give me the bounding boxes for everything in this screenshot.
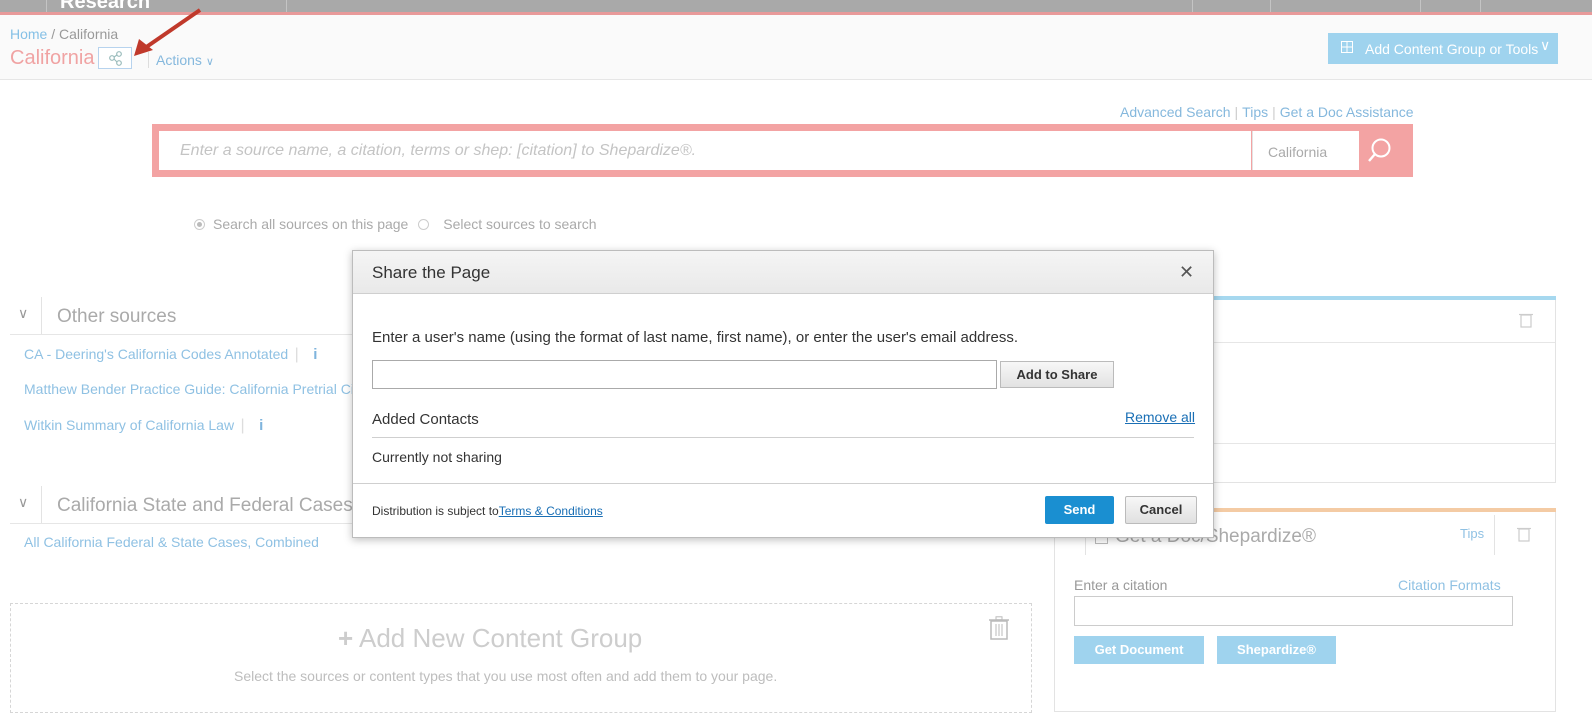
widget-panel xyxy=(1212,300,1556,483)
share-user-input[interactable] xyxy=(372,360,997,389)
radio-all-sources-label: Search all sources on this page xyxy=(213,216,409,232)
citation-formats-link[interactable]: Citation Formats xyxy=(1398,577,1501,593)
send-button[interactable]: Send xyxy=(1045,496,1114,524)
divider xyxy=(1213,342,1555,343)
nav-divider xyxy=(1480,0,1481,12)
info-icon[interactable]: i xyxy=(259,417,263,434)
grid-icon xyxy=(1341,40,1353,56)
advanced-search-link[interactable]: Advanced Search xyxy=(1120,104,1231,120)
collapse-cases-button[interactable]: ∨ xyxy=(10,486,42,524)
group-title-cases: California State and Federal Cases xyxy=(57,495,353,516)
trash-icon[interactable] xyxy=(1517,526,1531,547)
get-doc-assistance-link[interactable]: Get a Doc Assistance xyxy=(1280,104,1414,120)
source-item: Matthew Bender Practice Guide: Californi… xyxy=(24,381,354,399)
citation-input[interactable] xyxy=(1074,596,1513,626)
chevron-down-icon: ∨ xyxy=(205,56,214,68)
breadcrumb-current: California xyxy=(59,26,119,42)
added-contacts-heading: Added Contacts xyxy=(372,411,479,428)
distribution-notice: Distribution is subject toTerms & Condit… xyxy=(372,504,603,518)
citation-label: Enter a citation xyxy=(1074,577,1168,593)
chevron-down-icon: ∨ xyxy=(1540,37,1551,53)
search-links: Advanced Search | Tips | Get a Doc Assistanc… xyxy=(1120,104,1414,120)
sharing-status: Currently not sharing xyxy=(372,449,502,465)
source-item: Witkin Summary of California Law | i xyxy=(24,417,264,434)
page-title: California xyxy=(10,47,95,69)
radio-all-sources[interactable] xyxy=(194,219,205,230)
close-icon[interactable]: ✕ xyxy=(1179,262,1194,283)
search-scope-radios: Search all sources on this page Select s… xyxy=(194,216,597,232)
shepardize-button[interactable]: Shepardize® xyxy=(1217,636,1336,664)
collapse-other-sources-button[interactable]: ∨ xyxy=(10,297,42,335)
breadcrumb-home-link[interactable]: Home xyxy=(10,26,47,42)
chevron-down-icon: ∨ xyxy=(18,305,29,321)
trash-icon[interactable] xyxy=(1519,312,1533,333)
source-link[interactable]: All California Federal & State Cases, Co… xyxy=(24,534,319,550)
terms-conditions-link[interactable]: Terms & Conditions xyxy=(499,504,603,518)
search-input[interactable] xyxy=(159,131,1251,170)
actions-menu[interactable]: Actions ∨ xyxy=(148,52,214,68)
source-item: CA - Deering's California Codes Annotate… xyxy=(24,346,318,363)
source-item: All California Federal & State Cases, Co… xyxy=(24,534,319,552)
tips-link[interactable]: Tips xyxy=(1242,104,1268,120)
add-content-group-label: Add Content Group or Tools xyxy=(1365,41,1539,57)
source-link[interactable]: Witkin Summary of California Law xyxy=(24,417,234,433)
source-link[interactable]: CA - Deering's California Codes Annotate… xyxy=(24,346,288,362)
actions-label: Actions xyxy=(156,52,202,68)
nav-divider xyxy=(286,0,287,12)
breadcrumb: Home / California xyxy=(10,26,118,42)
search-button[interactable] xyxy=(1359,131,1407,170)
chevron-down-icon: ∨ xyxy=(18,494,29,510)
divider xyxy=(10,523,352,524)
divider xyxy=(10,334,352,335)
search-icon xyxy=(1368,138,1391,162)
remove-all-link[interactable]: Remove all xyxy=(1125,409,1195,425)
share-dialog-title: Share the Page xyxy=(372,263,491,282)
trash-icon[interactable] xyxy=(988,616,1010,645)
divider xyxy=(1213,443,1555,444)
divider xyxy=(372,437,1194,438)
plus-icon: + xyxy=(338,623,354,653)
add-new-content-group-description: Select the sources or content types that… xyxy=(234,668,778,684)
nav-divider xyxy=(1192,0,1193,12)
nav-divider xyxy=(46,0,47,12)
divider xyxy=(353,483,1213,484)
get-document-button[interactable]: Get Document xyxy=(1074,636,1204,664)
add-content-group-button[interactable]: Add Content Group or Tools ∨ xyxy=(1328,33,1558,64)
annotation-arrow-icon xyxy=(134,8,202,56)
share-instructions: Enter a user's name (using the format of… xyxy=(372,329,1019,346)
add-to-share-button[interactable]: Add to Share xyxy=(1000,361,1114,388)
radio-select-sources[interactable] xyxy=(418,219,430,230)
divider xyxy=(1494,515,1495,555)
nav-divider xyxy=(1270,0,1271,12)
get-doc-tips-link[interactable]: Tips xyxy=(1460,526,1484,541)
search-scope-select[interactable]: California xyxy=(1252,131,1359,170)
radio-select-sources-label: Select sources to search xyxy=(443,216,597,232)
cancel-button[interactable]: Cancel xyxy=(1125,496,1197,524)
breadcrumb-separator: / xyxy=(51,26,56,42)
group-title-other-sources: Other sources xyxy=(57,306,177,327)
info-icon[interactable]: i xyxy=(313,346,317,363)
add-new-content-group-panel[interactable] xyxy=(10,603,1032,713)
source-link[interactable]: Matthew Bender Practice Guide: Californi… xyxy=(24,381,354,397)
nav-divider xyxy=(1420,0,1421,12)
add-new-content-group-title[interactable]: + Add New Content Group xyxy=(338,623,642,654)
